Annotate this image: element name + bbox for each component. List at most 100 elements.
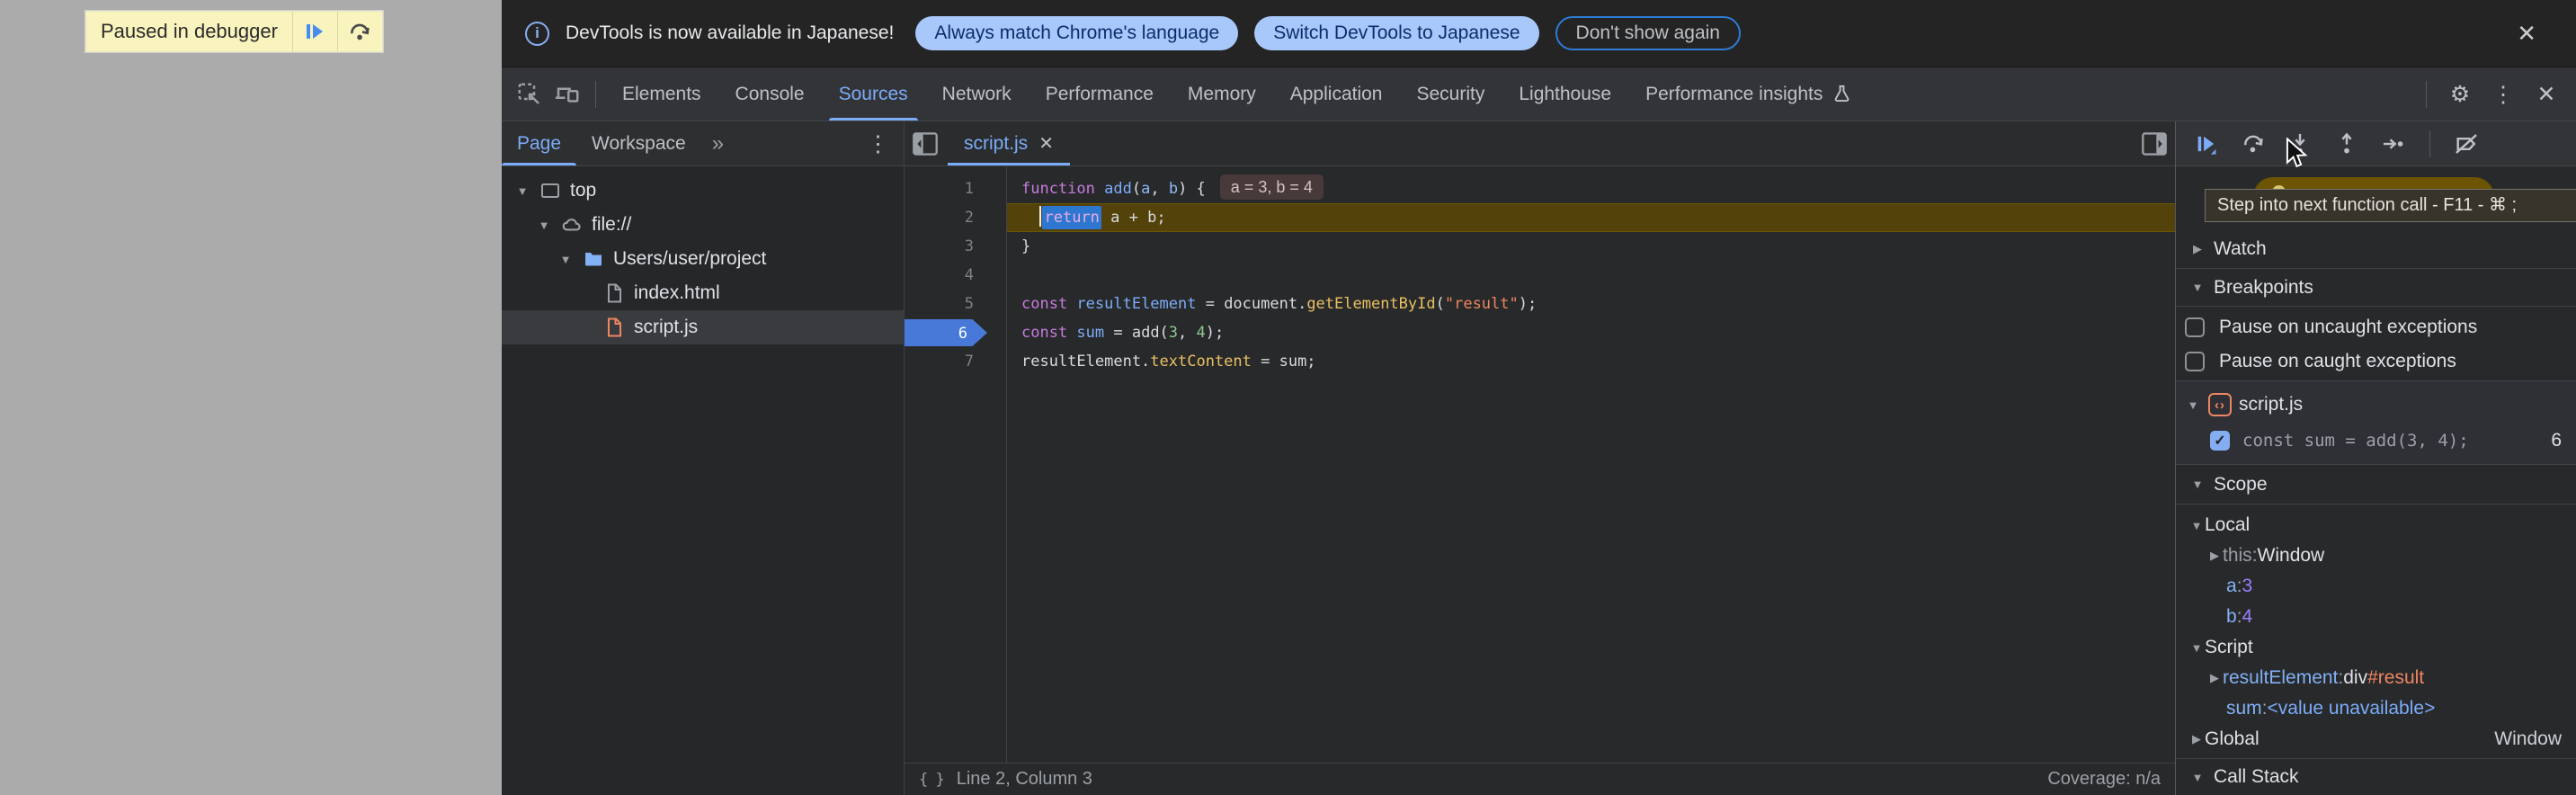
tree-item-index-html[interactable]: index.html bbox=[502, 276, 904, 310]
collapse-debugger-sidebar-button[interactable] bbox=[2134, 121, 2175, 165]
scope-row[interactable]: a: 3 bbox=[2176, 571, 2576, 602]
toolbar-divider bbox=[2426, 81, 2427, 108]
tab-elements[interactable]: Elements bbox=[605, 67, 718, 121]
close-tab-icon[interactable]: ✕ bbox=[1038, 132, 1054, 155]
frame-icon bbox=[539, 179, 562, 202]
gutter-line-number[interactable]: 4 bbox=[905, 261, 1006, 290]
step-out-button[interactable] bbox=[2327, 124, 2367, 164]
scope-row[interactable]: sum: <value unavailable> bbox=[2176, 693, 2576, 724]
code-text[interactable]: function add(a, b) {a = 3, b = 4 bbox=[1006, 174, 2175, 203]
infobar: i DevTools is now available in Japanese!… bbox=[502, 0, 2576, 67]
breakpoint-marker[interactable]: 6 bbox=[905, 319, 987, 346]
collapse-navigator-button[interactable] bbox=[905, 121, 946, 165]
scope-row[interactable]: b: 4 bbox=[2176, 602, 2576, 632]
token: return bbox=[1042, 206, 1101, 229]
breakpoint-file-label: script.js bbox=[2239, 394, 2303, 415]
dont-show-again-button[interactable]: Don't show again bbox=[1555, 16, 1741, 50]
kebab-menu-icon: ⋮ bbox=[867, 130, 889, 157]
tree-item-script-js[interactable]: script.js bbox=[502, 310, 904, 344]
tab-application[interactable]: Application bbox=[1273, 67, 1400, 121]
breakpoint-code-snippet: const sum = add(3, 4); bbox=[2242, 431, 2538, 451]
pause-caught-exceptions-row[interactable]: Pause on caught exceptions bbox=[2176, 344, 2576, 379]
gutter-line-number[interactable]: 3 bbox=[905, 232, 1006, 261]
scope-row[interactable]: ▶this: Window bbox=[2176, 540, 2576, 571]
switch-devtools-japanese-button[interactable]: Switch DevTools to Japanese bbox=[1254, 16, 1538, 50]
section-breakpoints[interactable]: ▼ Breakpoints bbox=[2176, 269, 2576, 307]
step-over-icon bbox=[348, 20, 371, 43]
navigator-menu-button[interactable]: ⋮ bbox=[852, 121, 904, 165]
tab-security[interactable]: Security bbox=[1399, 67, 1502, 121]
expand-triangle-icon[interactable]: ▼ bbox=[557, 253, 574, 266]
step-over-button[interactable] bbox=[337, 12, 382, 51]
step-button[interactable] bbox=[2374, 124, 2413, 164]
editor-tab-script-js[interactable]: script.js ✕ bbox=[946, 121, 1072, 165]
settings-button[interactable]: ⚙ bbox=[2441, 76, 2479, 113]
checkbox-checked[interactable]: ✓ bbox=[2210, 431, 2230, 451]
tab-network[interactable]: Network bbox=[925, 67, 1029, 121]
inline-values-hint: a = 3, b = 4 bbox=[1220, 174, 1324, 200]
code-text[interactable]: const sum = add(3, 4); bbox=[1006, 318, 2175, 347]
tab-performance-insights[interactable]: Performance insights bbox=[1628, 67, 1869, 121]
tab-sources[interactable]: Sources bbox=[822, 67, 925, 121]
tab-page[interactable]: Page bbox=[502, 121, 576, 165]
deactivate-breakpoints-button[interactable] bbox=[2447, 124, 2486, 164]
token: const bbox=[1021, 295, 1076, 313]
checkbox-unchecked[interactable] bbox=[2185, 317, 2205, 337]
code-text[interactable]: } bbox=[1006, 232, 2175, 261]
step-into-tooltip: Step into next function call - F11 - ⌘ ; bbox=[2205, 189, 2576, 222]
breakpoint-entry[interactable]: ✓ const sum = add(3, 4); 6 bbox=[2176, 423, 2576, 459]
scope-row[interactable]: ▶resultElement: div#result bbox=[2176, 663, 2576, 693]
scope-text: b bbox=[2226, 606, 2237, 628]
more-tabs-icon[interactable]: » bbox=[701, 121, 735, 165]
code-line-5: 5const resultElement = document.getEleme… bbox=[905, 290, 2175, 318]
tab-console[interactable]: Console bbox=[718, 67, 822, 121]
code-text[interactable] bbox=[1006, 261, 2175, 290]
pretty-print-button[interactable]: { } bbox=[919, 771, 944, 789]
token: add bbox=[1104, 180, 1132, 198]
code-text[interactable]: return a + b; bbox=[1006, 203, 2175, 232]
section-call-stack[interactable]: ▼ Call Stack bbox=[2176, 759, 2576, 795]
code-editor[interactable]: 1function add(a, b) {a = 3, b = 42 retur… bbox=[905, 166, 2175, 763]
tree-item-label: Users/user/project bbox=[613, 248, 766, 270]
kebab-menu-icon: ⋮ bbox=[2492, 81, 2515, 108]
close-devtools-button[interactable]: ✕ bbox=[2527, 76, 2565, 113]
always-match-language-button[interactable]: Always match Chrome's language bbox=[915, 16, 1238, 50]
tree-item-project-folder[interactable]: ▼ Users/user/project bbox=[502, 242, 904, 276]
gutter-line-number[interactable]: 1 bbox=[905, 174, 1006, 203]
scope-text: div bbox=[2343, 667, 2367, 689]
checkbox-unchecked[interactable] bbox=[2185, 352, 2205, 371]
navigator-tabs: Page Workspace » ⋮ bbox=[502, 121, 904, 166]
tab-performance[interactable]: Performance bbox=[1029, 67, 1171, 121]
gutter-line-number[interactable]: 2 bbox=[905, 203, 1006, 232]
breakpoint-file-header[interactable]: ▼ ‹› script.js bbox=[2176, 387, 2576, 423]
tree-item-top[interactable]: ▼ top bbox=[502, 174, 904, 208]
section-scope[interactable]: ▼ Scope bbox=[2176, 465, 2576, 505]
gutter-line-number[interactable]: 5 bbox=[905, 290, 1006, 318]
inspect-element-button[interactable] bbox=[511, 76, 548, 113]
infobar-close-icon[interactable]: ✕ bbox=[2508, 16, 2545, 51]
resume-script-button[interactable] bbox=[292, 12, 337, 51]
tab-label: Sources bbox=[839, 84, 908, 105]
tab-lighthouse[interactable]: Lighthouse bbox=[1502, 67, 1628, 121]
script-file-icon: ‹› bbox=[2208, 393, 2232, 416]
tab-label: Network bbox=[942, 84, 1012, 105]
scope-row[interactable]: ▼Script bbox=[2176, 632, 2576, 663]
gutter-breakpoint[interactable]: 6 bbox=[905, 318, 1006, 347]
step-over-button[interactable] bbox=[2233, 124, 2273, 164]
expand-triangle-icon[interactable]: ▼ bbox=[536, 219, 552, 232]
resume-button[interactable] bbox=[2187, 124, 2226, 164]
code-text[interactable]: const resultElement = document.getElemen… bbox=[1006, 290, 2175, 318]
toggle-device-toolbar-button[interactable] bbox=[548, 76, 586, 113]
scope-row[interactable]: ▶GlobalWindow bbox=[2176, 724, 2576, 755]
scope-row[interactable]: ▼Local bbox=[2176, 510, 2576, 540]
gutter-line-number[interactable]: 7 bbox=[905, 347, 1006, 376]
tree-item-file-protocol[interactable]: ▼ file:// bbox=[502, 208, 904, 242]
section-watch[interactable]: ▶ Watch bbox=[2176, 229, 2576, 269]
tab-workspace[interactable]: Workspace bbox=[576, 121, 701, 165]
tab-memory[interactable]: Memory bbox=[1171, 67, 1273, 121]
pause-uncaught-exceptions-row[interactable]: Pause on uncaught exceptions bbox=[2176, 310, 2576, 344]
expand-triangle-icon[interactable]: ▼ bbox=[514, 184, 530, 198]
code-line-4: 4 bbox=[905, 261, 2175, 290]
more-options-button[interactable]: ⋮ bbox=[2484, 76, 2522, 113]
code-text[interactable]: resultElement.textContent = sum; bbox=[1006, 347, 2175, 376]
